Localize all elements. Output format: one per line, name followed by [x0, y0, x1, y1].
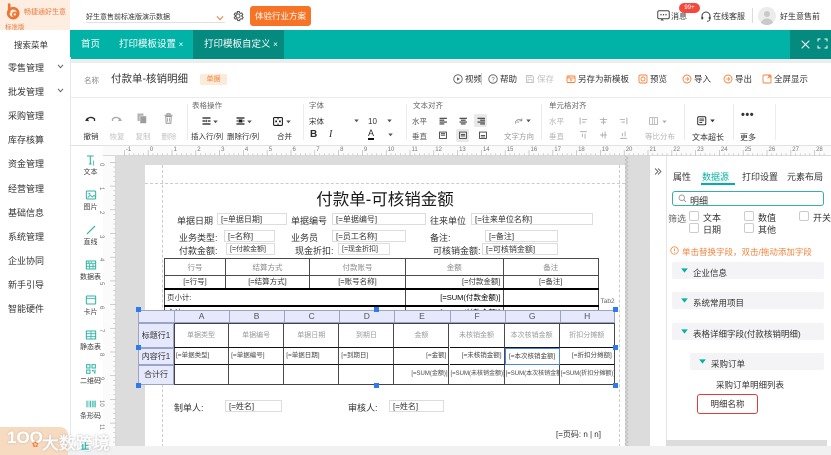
svg-text:?: ? — [491, 77, 495, 83]
svg-text:A: A — [516, 119, 519, 124]
